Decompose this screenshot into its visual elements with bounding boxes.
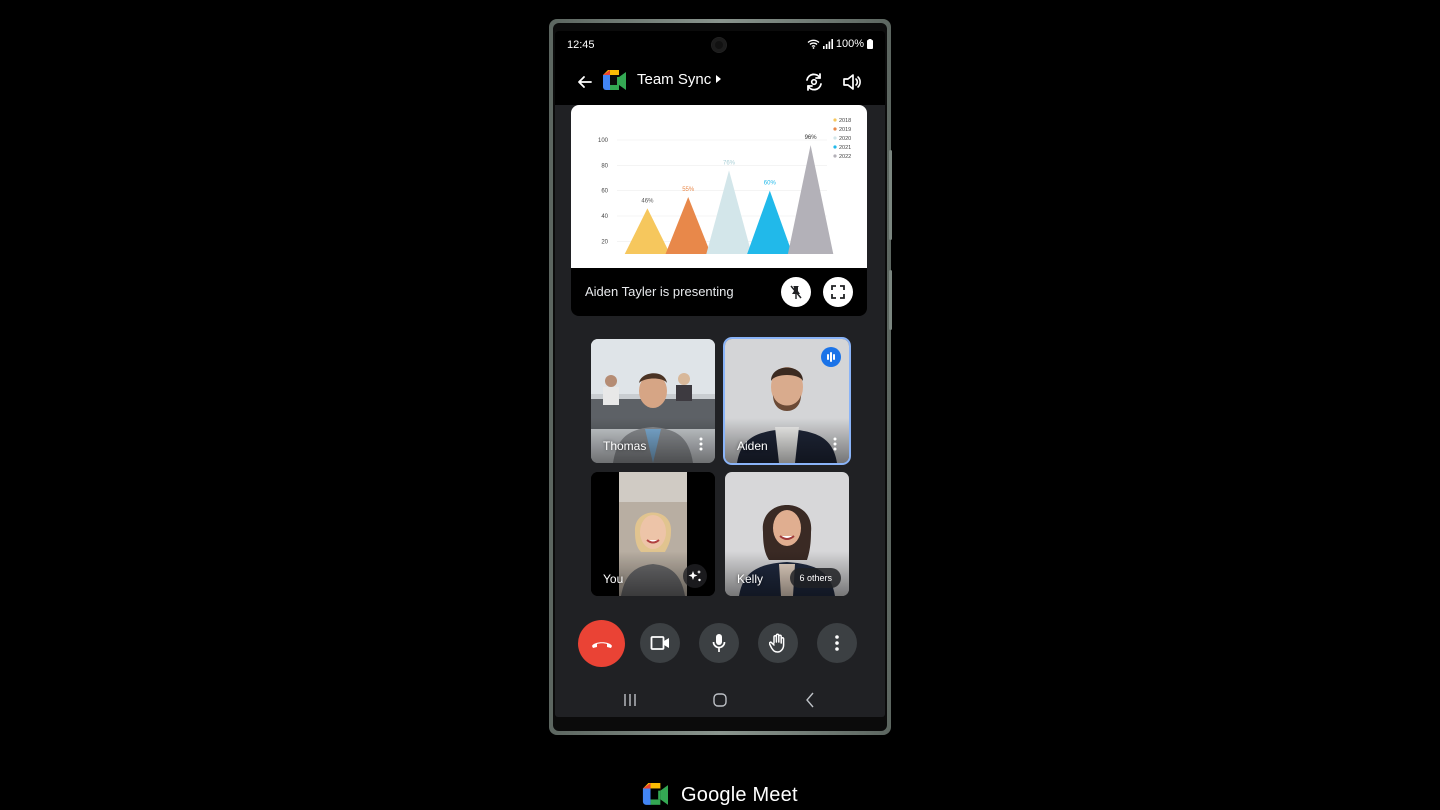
camera-button[interactable] (640, 623, 680, 663)
participant-name: You (603, 572, 624, 586)
fullscreen-button[interactable] (823, 277, 853, 307)
phone-screen: 12:45 100% Team Sync 20 40 60 80 100 46% 55% 76… (555, 31, 885, 717)
google-meet-logo-icon (603, 70, 626, 90)
data-label: 60% (764, 181, 777, 187)
bar-2021 (747, 190, 793, 254)
raise-hand-button[interactable] (758, 623, 798, 663)
legend-label: 2021 (839, 145, 851, 151)
y-tick-label: 100 (598, 138, 609, 144)
legend-marker (833, 136, 837, 140)
shared-screen: 20 40 60 80 100 46% 55% 76% 60% 96% 2018 2019 2020 20… (571, 105, 867, 268)
bar-2019 (665, 197, 711, 254)
participant-tile[interactable]: Thomas (591, 339, 715, 463)
back-nav-icon[interactable] (800, 692, 820, 708)
bar-2020 (706, 170, 752, 254)
caret-right-icon (716, 75, 722, 83)
participant-name: Thomas (603, 439, 647, 453)
others-count-badge[interactable]: 6 others (790, 568, 841, 588)
legend-label: 2022 (839, 154, 851, 160)
unpin-button[interactable] (781, 277, 811, 307)
legend-label: 2020 (839, 136, 851, 142)
data-label: 96% (805, 135, 818, 141)
arrow-left-icon[interactable] (575, 72, 595, 92)
meeting-title-text: Team Sync (637, 71, 712, 88)
home-icon[interactable] (710, 692, 730, 708)
legend-marker (833, 118, 837, 122)
more-vert-icon (835, 635, 839, 651)
power-button (889, 270, 892, 330)
brand-footer: Google Meet (641, 783, 798, 807)
status-time: 12:45 (567, 39, 595, 51)
participant-tile-active-speaker[interactable]: Aiden (725, 339, 849, 463)
legend-label: 2018 (839, 118, 851, 124)
fullscreen-icon (831, 285, 845, 299)
raise-hand-icon (769, 633, 785, 653)
legend-marker (833, 127, 837, 131)
call-controls (555, 620, 885, 671)
data-label: 46% (641, 198, 654, 204)
speaking-indicator-icon (821, 347, 841, 367)
bar-2018 (624, 208, 671, 254)
presentation-bar: Aiden Tayler is presenting (571, 268, 867, 316)
presenter-status: Aiden Tayler is presenting (585, 284, 734, 299)
y-tick-label: 60 (601, 189, 608, 195)
chart: 20 40 60 80 100 46% 55% 76% 60% 96% 2018 2019 2020 20… (598, 118, 851, 254)
microphone-button[interactable] (699, 623, 739, 663)
more-vert-icon[interactable] (699, 437, 703, 451)
status-icons: 100% (807, 38, 873, 50)
end-call-button[interactable] (578, 620, 625, 667)
bar-2022 (787, 145, 834, 254)
recent-apps-icon[interactable] (620, 692, 640, 708)
signal-icon (822, 39, 833, 49)
meeting-title[interactable]: Team Sync (637, 71, 722, 88)
data-label: 55% (682, 187, 695, 193)
participant-name: Kelly (737, 572, 764, 586)
effects-button[interactable] (683, 564, 707, 588)
volume-button (889, 150, 892, 240)
legend-marker (833, 154, 837, 158)
google-meet-logo-icon (642, 783, 668, 805)
front-camera (712, 38, 726, 52)
participant-tile[interactable]: Kelly 6 others (725, 472, 849, 596)
y-tick-label: 40 (601, 214, 608, 220)
y-tick-label: 80 (601, 163, 608, 169)
wifi-icon (807, 39, 820, 49)
more-options-button[interactable] (817, 623, 857, 663)
brand-name: Google Meet (681, 783, 798, 806)
battery-level: 100% (835, 38, 864, 50)
status-bar: 12:45 100% (555, 31, 885, 59)
battery-icon (867, 39, 873, 49)
speaker-icon[interactable] (841, 71, 863, 93)
system-nav-bar (555, 683, 885, 717)
participant-name: Aiden (737, 439, 768, 453)
more-vert-icon[interactable] (833, 437, 837, 451)
unpin-icon (790, 285, 802, 299)
participant-tile-self[interactable]: You (591, 472, 715, 596)
microphone-icon (712, 634, 726, 652)
end-call-icon (591, 641, 612, 648)
app-bar: Team Sync (555, 59, 885, 105)
video-camera-icon (650, 636, 669, 650)
legend-label: 2019 (839, 127, 851, 133)
y-tick-label: 20 (601, 239, 608, 245)
presentation-panel: 20 40 60 80 100 46% 55% 76% 60% 96% 2018 2019 2020 20… (571, 105, 867, 316)
data-label: 76% (723, 160, 736, 166)
switch-camera-icon[interactable] (803, 71, 825, 93)
legend-marker (833, 145, 837, 149)
sparkle-effects-icon (688, 570, 701, 582)
